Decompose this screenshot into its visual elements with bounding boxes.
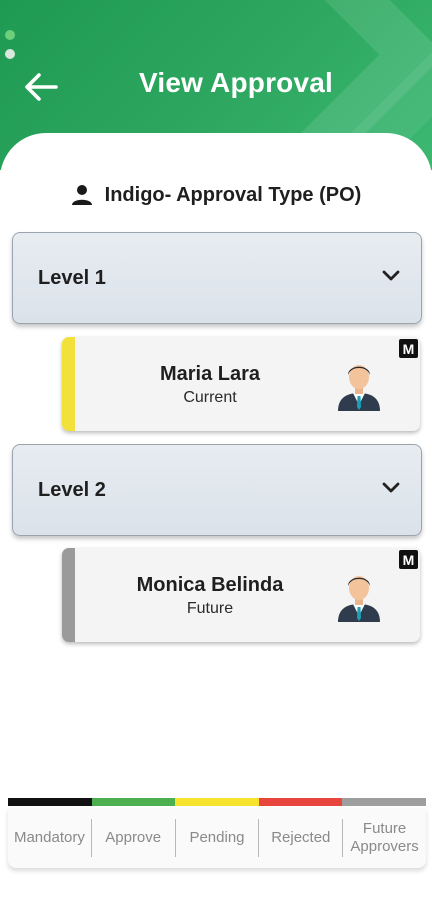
approver-card[interactable]: Maria Lara Current M bbox=[62, 337, 420, 431]
status-color-bar bbox=[62, 337, 75, 431]
legend-item-rejected: Rejected bbox=[259, 819, 344, 857]
legend-color-bars bbox=[8, 798, 426, 808]
legend-bar-mandatory bbox=[8, 798, 92, 806]
status-color-bar bbox=[62, 548, 75, 642]
approver-name: Maria Lara bbox=[159, 363, 261, 385]
avatar-icon bbox=[338, 576, 380, 622]
avatar-icon bbox=[338, 365, 380, 411]
legend-item-future-approvers: Future Approvers bbox=[350, 820, 419, 855]
level-label: Level 2 bbox=[38, 479, 106, 501]
legend-bar-rejected bbox=[258, 798, 343, 806]
level-label: Level 1 bbox=[38, 267, 106, 289]
legend-bar-approve bbox=[91, 798, 176, 806]
page-title: View Approval bbox=[139, 67, 333, 98]
legend-item-pending: Pending bbox=[176, 819, 260, 857]
mandatory-badge: M bbox=[399, 339, 418, 358]
mandatory-badge: M bbox=[399, 550, 418, 569]
chevron-down-icon[interactable] bbox=[381, 269, 401, 283]
person-icon bbox=[71, 185, 92, 205]
status-dot bbox=[5, 49, 15, 59]
approver-name: Monica Belinda bbox=[136, 574, 284, 596]
level-1-panel[interactable]: Level 1 bbox=[12, 232, 422, 324]
chevron-down-icon[interactable] bbox=[381, 481, 401, 495]
legend-item-approve: Approve bbox=[92, 819, 176, 857]
status-legend: Mandatory Approve Pending Rejected Futur… bbox=[8, 808, 426, 868]
legend-bar-pending bbox=[175, 798, 259, 806]
approver-status: Future bbox=[186, 600, 234, 617]
approval-type-label: Indigo- Approval Type (PO) bbox=[104, 183, 362, 206]
approval-type-row: Indigo- Approval Type (PO) bbox=[0, 180, 432, 210]
level-2-panel[interactable]: Level 2 bbox=[12, 444, 422, 536]
approver-status: Current bbox=[183, 389, 237, 406]
legend-bar-future bbox=[342, 798, 426, 806]
approver-card[interactable]: Monica Belinda Future M bbox=[62, 548, 420, 642]
status-dot bbox=[5, 30, 15, 40]
legend-item-mandatory: Mandatory bbox=[8, 819, 92, 857]
